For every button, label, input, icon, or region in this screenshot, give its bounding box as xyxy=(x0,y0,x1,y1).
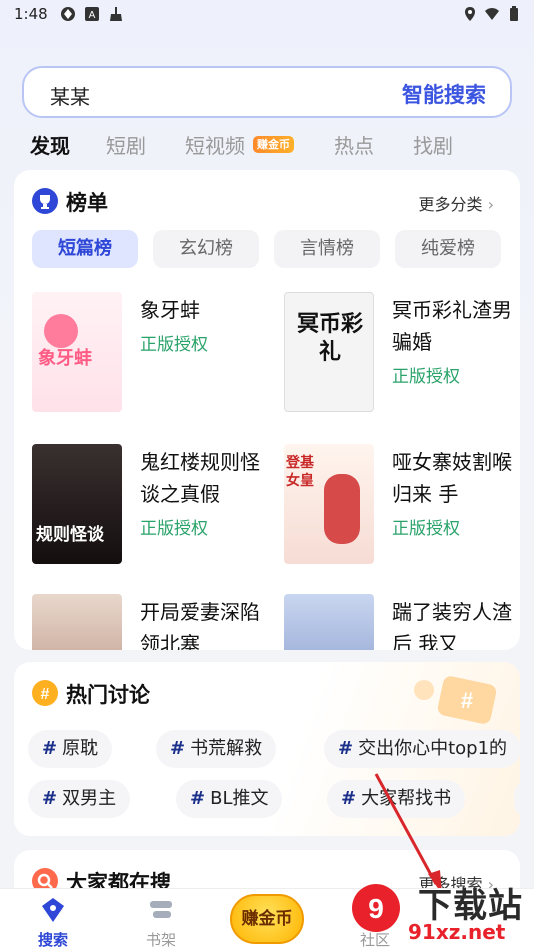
site-watermark: 9 下载站 91xz.net xyxy=(348,878,530,948)
book-title: 冥币彩礼渣男骗婚 xyxy=(392,298,512,354)
watermark-url: 91xz.net xyxy=(408,920,506,944)
hash-icon: # xyxy=(190,788,206,809)
location-icon xyxy=(462,6,478,22)
status-bar: 1:48 A xyxy=(0,0,534,30)
svg-text:#: # xyxy=(461,688,473,713)
chevron-right-icon: › xyxy=(487,195,494,214)
book-cover: 象牙蚌 xyxy=(32,292,122,412)
book-title: 开局爱妻深陷领北塞 xyxy=(140,600,260,650)
license-label: 正版授权 xyxy=(140,335,208,355)
book-item[interactable]: 登基女皇 哑女寨妓割喉归来 手 正版授权 xyxy=(284,444,520,574)
nav-bookshelf[interactable]: 书架 xyxy=(116,889,206,952)
cover-title: 象牙蚌 xyxy=(38,348,92,369)
cover-title: 登基女皇 xyxy=(286,455,314,489)
rank-title: 榜单 xyxy=(66,191,108,215)
pill-short-list[interactable]: 短篇榜 xyxy=(32,230,138,268)
trophy-icon xyxy=(32,188,58,214)
search-input[interactable]: 某某 xyxy=(50,81,90,110)
vpn-icon xyxy=(60,6,76,22)
tab-discover[interactable]: 发现 xyxy=(30,130,70,159)
hash-icon: # xyxy=(42,788,58,809)
topic-tag[interactable]: # 双男主 xyxy=(28,780,131,818)
bookshelf-icon xyxy=(149,899,173,925)
hash-icon: # xyxy=(338,738,354,759)
earn-coins-button[interactable]: 赚金币 xyxy=(230,894,304,944)
svg-text:#: # xyxy=(41,686,50,703)
hash-icon: # xyxy=(170,738,186,759)
cover-title: 冥币彩礼 xyxy=(296,312,363,365)
book-cover xyxy=(284,594,374,650)
hash-icon: # xyxy=(42,738,58,759)
category-tabs: 发现 短剧 短视频 赚金币 热点 找剧 xyxy=(0,128,534,162)
license-label: 正版授权 xyxy=(140,519,208,539)
svg-text:A: A xyxy=(89,10,96,21)
book-cover: 冥币彩礼 xyxy=(284,292,374,412)
topic-tag[interactable]: # 书荒解救 xyxy=(156,730,277,768)
tag-decoration-icon: # xyxy=(412,672,498,730)
tab-hot[interactable]: 热点 xyxy=(334,130,374,159)
book-cover xyxy=(32,594,122,650)
earn-coin-badge: 赚金币 xyxy=(253,136,294,153)
hashtag-icon: # xyxy=(32,680,58,706)
rank-card: 榜单 更多分类 › 短篇榜 玄幻榜 言情榜 纯爱榜 象牙蚌 象牙蚌 正版授权 冥… xyxy=(14,170,520,650)
book-title: 鬼红楼规则怪谈之真假 xyxy=(140,450,260,506)
book-item[interactable]: 开局爱妻深陷领北塞 xyxy=(32,594,272,650)
book-item[interactable]: 冥币彩礼 冥币彩礼渣男骗婚 正版授权 xyxy=(284,292,520,422)
hot-title: 热门讨论 xyxy=(66,683,150,707)
topic-tag[interactable] xyxy=(514,780,520,818)
book-item[interactable]: 规则怪谈 鬼红楼规则怪谈之真假 正版授权 xyxy=(32,444,272,574)
book-title: 哑女寨妓割喉归来 手 xyxy=(392,450,512,506)
book-item[interactable]: 象牙蚌 象牙蚌 正版授权 xyxy=(32,292,272,422)
broom-icon xyxy=(108,6,124,22)
tab-find-drama[interactable]: 找剧 xyxy=(413,130,453,159)
nav-search[interactable]: 搜索 xyxy=(8,889,98,952)
topic-tag[interactable]: # 原耽 xyxy=(28,730,113,768)
search-bar[interactable]: 某某 智能搜索 xyxy=(22,66,512,118)
status-time: 1:48 xyxy=(14,5,48,23)
book-item[interactable]: 踹了装穷人渣后 我又 xyxy=(284,594,520,650)
cover-title: 规则怪谈 xyxy=(36,525,104,545)
license-label: 正版授权 xyxy=(392,367,460,387)
svg-text:9: 9 xyxy=(368,893,384,924)
tab-short-video[interactable]: 短视频 赚金币 xyxy=(185,130,294,159)
watermark-logo-icon: 9 xyxy=(348,880,404,948)
book-cover: 规则怪谈 xyxy=(32,444,122,564)
battery-icon xyxy=(506,6,522,22)
more-categories-link[interactable]: 更多分类 › xyxy=(418,191,494,215)
app-a-icon: A xyxy=(84,6,100,22)
topic-tag[interactable]: # 交出你心中top1的 xyxy=(324,730,520,768)
book-cover: 登基女皇 xyxy=(284,444,374,564)
tab-short-drama[interactable]: 短剧 xyxy=(106,130,146,159)
pill-romance[interactable]: 言情榜 xyxy=(274,230,380,268)
search-nav-icon xyxy=(41,897,65,927)
topic-tag[interactable]: # BL推文 xyxy=(176,780,283,818)
book-title: 踹了装穷人渣后 我又 xyxy=(392,600,512,650)
pill-bl[interactable]: 纯爱榜 xyxy=(395,230,501,268)
hash-icon: # xyxy=(341,788,357,809)
license-label: 正版授权 xyxy=(392,519,460,539)
pill-fantasy[interactable]: 玄幻榜 xyxy=(153,230,259,268)
smart-search-button[interactable]: 智能搜索 xyxy=(402,79,486,109)
wifi-icon xyxy=(484,6,500,22)
book-title: 象牙蚌 xyxy=(140,298,200,322)
